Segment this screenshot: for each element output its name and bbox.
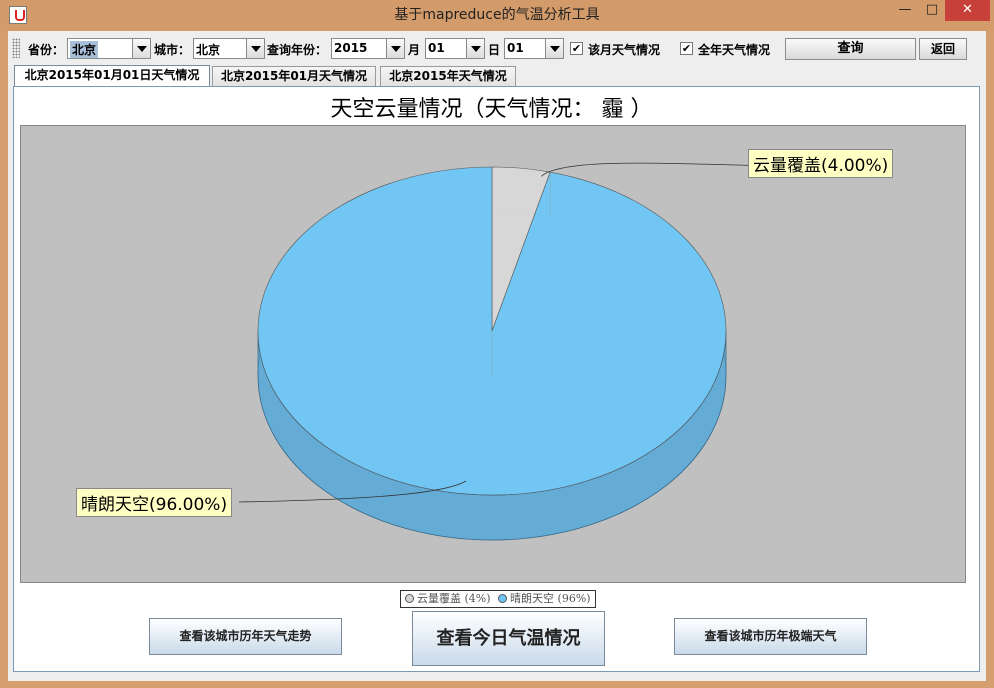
year-value: 2015 [334,41,368,55]
legend-swatch-clear [498,594,508,603]
chevron-down-icon[interactable] [132,39,150,58]
day-select[interactable]: 01 [504,38,564,59]
window-title: 基于mapreduce的气温分析工具 [394,7,600,23]
province-value: 北京 [70,41,99,58]
clear-sky-label: 晴朗天空(96.00%) [76,488,233,517]
minimize-button[interactable]: — [891,0,919,21]
chevron-down-icon[interactable] [545,39,563,58]
province-select[interactable]: 北京 [67,38,151,59]
app-window: 基于mapreduce的气温分析工具 — □ ✕ 省份： 北京 城市： 北京 查… [0,0,994,688]
cloud-cover-leader [541,162,749,177]
client-area: 省份： 北京 城市： 北京 查询年份： 2015 月 01 日 01 ✔ 该月天… [8,31,986,681]
year-weather-checkbox[interactable]: ✔ [680,42,693,55]
tab-year-weather[interactable]: 北京2015年天气情况 [380,66,516,87]
month-weather-label: 该月天气情况 [588,43,661,57]
title-bar[interactable]: 基于mapreduce的气温分析工具 — □ ✕ [0,0,994,31]
query-toolbar: 省份： 北京 城市： 北京 查询年份： 2015 月 01 日 01 ✔ 该月天… [8,34,986,62]
city-select[interactable]: 北京 [193,38,265,59]
city-value: 北京 [196,43,221,57]
plot-area: 云量覆盖(4.00%) 晴朗天空(96.00%) [20,125,966,583]
month-weather-checkbox[interactable]: ✔ [570,42,583,55]
chart-panel: 天空云量情况（天气情况： 霾 ） 云量覆盖(4.00%) 晴朗天空(96.00%… [13,86,980,672]
month-value: 01 [428,41,445,55]
month-label: 月 [408,43,421,57]
query-button[interactable]: 查询 [785,38,916,60]
legend-item-clear: 晴朗天空 (96%) [510,592,591,605]
maximize-button[interactable]: □ [919,0,945,21]
today-temp-button[interactable]: 查看今日气温情况 [412,611,605,666]
chevron-down-icon[interactable] [246,39,264,58]
tab-day-weather[interactable]: 北京2015年01月01日天气情况 [14,65,210,88]
city-label: 城市： [154,43,191,57]
month-select[interactable]: 01 [425,38,485,59]
legend-swatch-cloud [405,594,414,603]
chevron-down-icon[interactable] [386,39,404,58]
day-label: 日 [488,43,501,57]
province-label: 省份： [28,43,65,57]
cloud-cover-label: 云量覆盖(4.00%) [748,149,894,178]
chart-title: 天空云量情况（天气情况： 霾 ） [330,97,653,122]
close-button[interactable]: ✕ [945,0,990,21]
day-value: 01 [507,41,524,55]
chevron-down-icon[interactable] [466,39,484,58]
year-label: 查询年份： [267,43,328,57]
toolbar-grip[interactable] [12,38,20,58]
legend-item-cloud: 云量覆盖 (4%) [417,592,491,605]
year-weather-label: 全年天气情况 [698,43,771,57]
chart-legend: 云量覆盖 (4%) 晴朗天空 (96%) [400,590,596,608]
tab-month-weather[interactable]: 北京2015年01月天气情况 [212,66,376,87]
back-button[interactable]: 返回 [919,38,967,60]
history-extreme-button[interactable]: 查看该城市历年极端天气 [674,618,867,655]
history-trend-button[interactable]: 查看该城市历年天气走势 [149,618,342,655]
year-select[interactable]: 2015 [331,38,405,59]
